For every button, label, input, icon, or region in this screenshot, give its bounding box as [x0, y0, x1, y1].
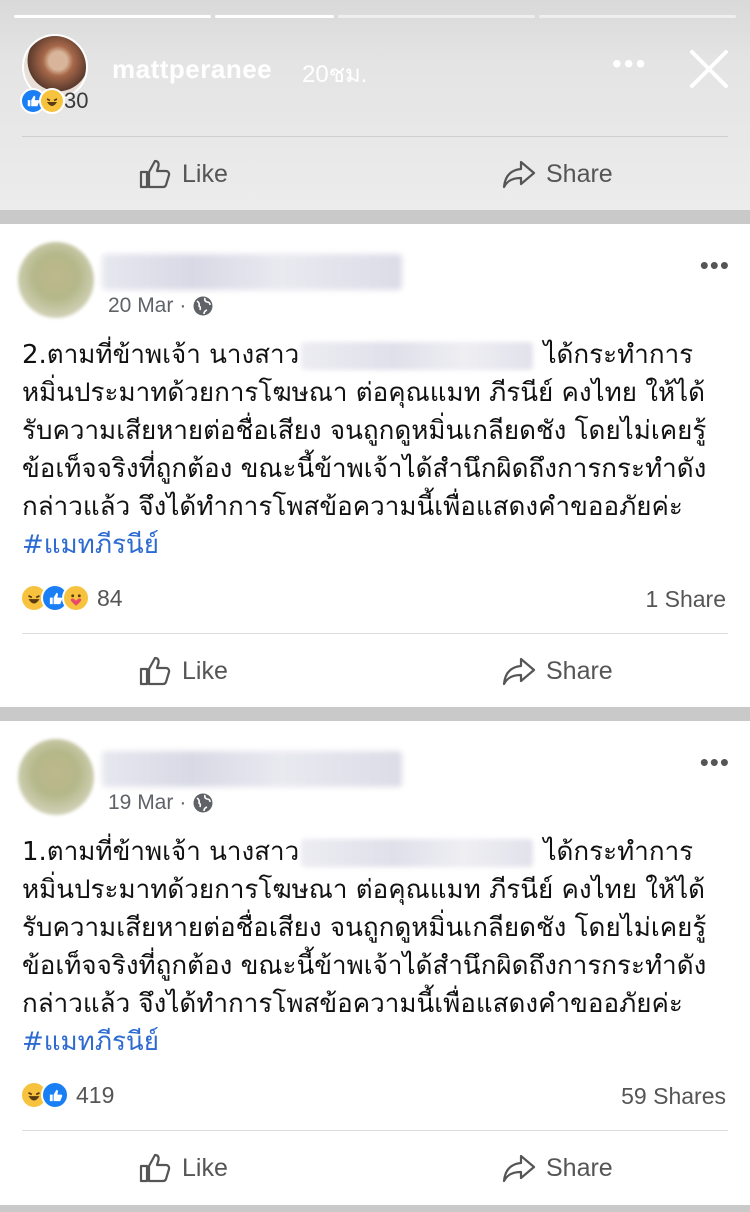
story-progress-segment	[215, 15, 334, 18]
like-button[interactable]: Like	[138, 1139, 228, 1197]
share-button[interactable]: Share	[502, 145, 613, 203]
post-action-bar: Like Share	[0, 642, 750, 700]
reactions-summary[interactable]: 84	[20, 584, 123, 612]
blurred-name	[301, 341, 534, 370]
story-username[interactable]: mattperanee	[112, 54, 272, 85]
post-date[interactable]: 20 Mar	[108, 294, 173, 318]
like-label: Like	[182, 656, 228, 685]
share-count[interactable]: 1 Share	[645, 586, 726, 613]
like-button[interactable]: Like	[138, 642, 228, 700]
share-count[interactable]: 59 Shares	[621, 1083, 726, 1110]
close-icon[interactable]	[688, 48, 730, 90]
post-meta: 20 Mar ·	[108, 294, 214, 318]
reactions-summary[interactable]: 419	[20, 1081, 114, 1109]
story-timestamp: 20ชม.	[302, 61, 368, 88]
story-progress-bar	[14, 15, 736, 19]
globe-icon	[193, 793, 213, 813]
share-arrow-icon	[502, 657, 536, 686]
divider	[22, 136, 728, 137]
post-text: 2.ตามที่ข้าพเจ้า นางสาว ได้กระทำการหมิ่น…	[22, 340, 707, 560]
share-label: Share	[546, 159, 613, 188]
share-label: Share	[546, 656, 613, 685]
share-button[interactable]: Share	[502, 642, 613, 700]
thumbs-up-icon	[139, 1153, 171, 1183]
story-progress-segment	[14, 15, 212, 18]
divider	[22, 1130, 728, 1131]
share-button[interactable]: Share	[502, 1139, 613, 1197]
thumbs-up-icon	[139, 159, 171, 189]
more-options-icon[interactable]: •••	[700, 250, 730, 281]
story-progress-segment	[337, 15, 535, 18]
avatar[interactable]	[18, 739, 94, 815]
story-action-bar: Like Share	[0, 145, 750, 203]
reaction-count: 30	[64, 88, 89, 113]
reaction-count: 84	[97, 584, 123, 611]
like-button[interactable]: Like	[138, 145, 228, 203]
post-date[interactable]: 19 Mar	[108, 791, 173, 815]
post-meta: 19 Mar ·	[108, 791, 214, 815]
more-options-icon[interactable]: •••	[612, 48, 647, 80]
like-label: Like	[182, 1153, 228, 1182]
post-card: 19 Mar · ••• 1.ตามที่ข้าพเจ้า นางสาว ได้…	[0, 721, 750, 1205]
divider	[22, 633, 728, 634]
story-progress-segment	[538, 15, 736, 18]
share-arrow-icon	[502, 160, 536, 189]
more-options-icon[interactable]: •••	[700, 747, 730, 778]
like-reaction-icon	[41, 1081, 69, 1109]
reaction-count: 419	[76, 1081, 115, 1108]
story-header: mattperanee 20ชม. ••• 30 Like Share	[0, 0, 750, 210]
haha-reaction-icon	[39, 88, 65, 114]
thumbs-up-icon	[139, 656, 171, 686]
share-label: Share	[546, 1153, 613, 1182]
hashtag-link[interactable]: #แมทภีรนีย์	[22, 1027, 159, 1057]
post-action-bar: Like Share	[0, 1139, 750, 1197]
globe-icon	[193, 296, 213, 316]
care-reaction-icon	[62, 584, 90, 612]
hashtag-link[interactable]: #แมทภีรนีย์	[22, 530, 159, 560]
like-label: Like	[182, 159, 228, 188]
post-text: 1.ตามที่ข้าพเจ้า นางสาว ได้กระทำการหมิ่น…	[22, 837, 707, 1057]
story-reactions[interactable]: 30	[20, 88, 88, 114]
avatar[interactable]	[18, 242, 94, 318]
blurred-name	[301, 838, 534, 867]
blurred-author-name[interactable]	[102, 751, 402, 787]
post-card: 20 Mar · ••• 2.ตามที่ข้าพเจ้า นางสาว ได้…	[0, 224, 750, 707]
blurred-author-name[interactable]	[102, 254, 402, 290]
share-arrow-icon	[502, 1154, 536, 1183]
